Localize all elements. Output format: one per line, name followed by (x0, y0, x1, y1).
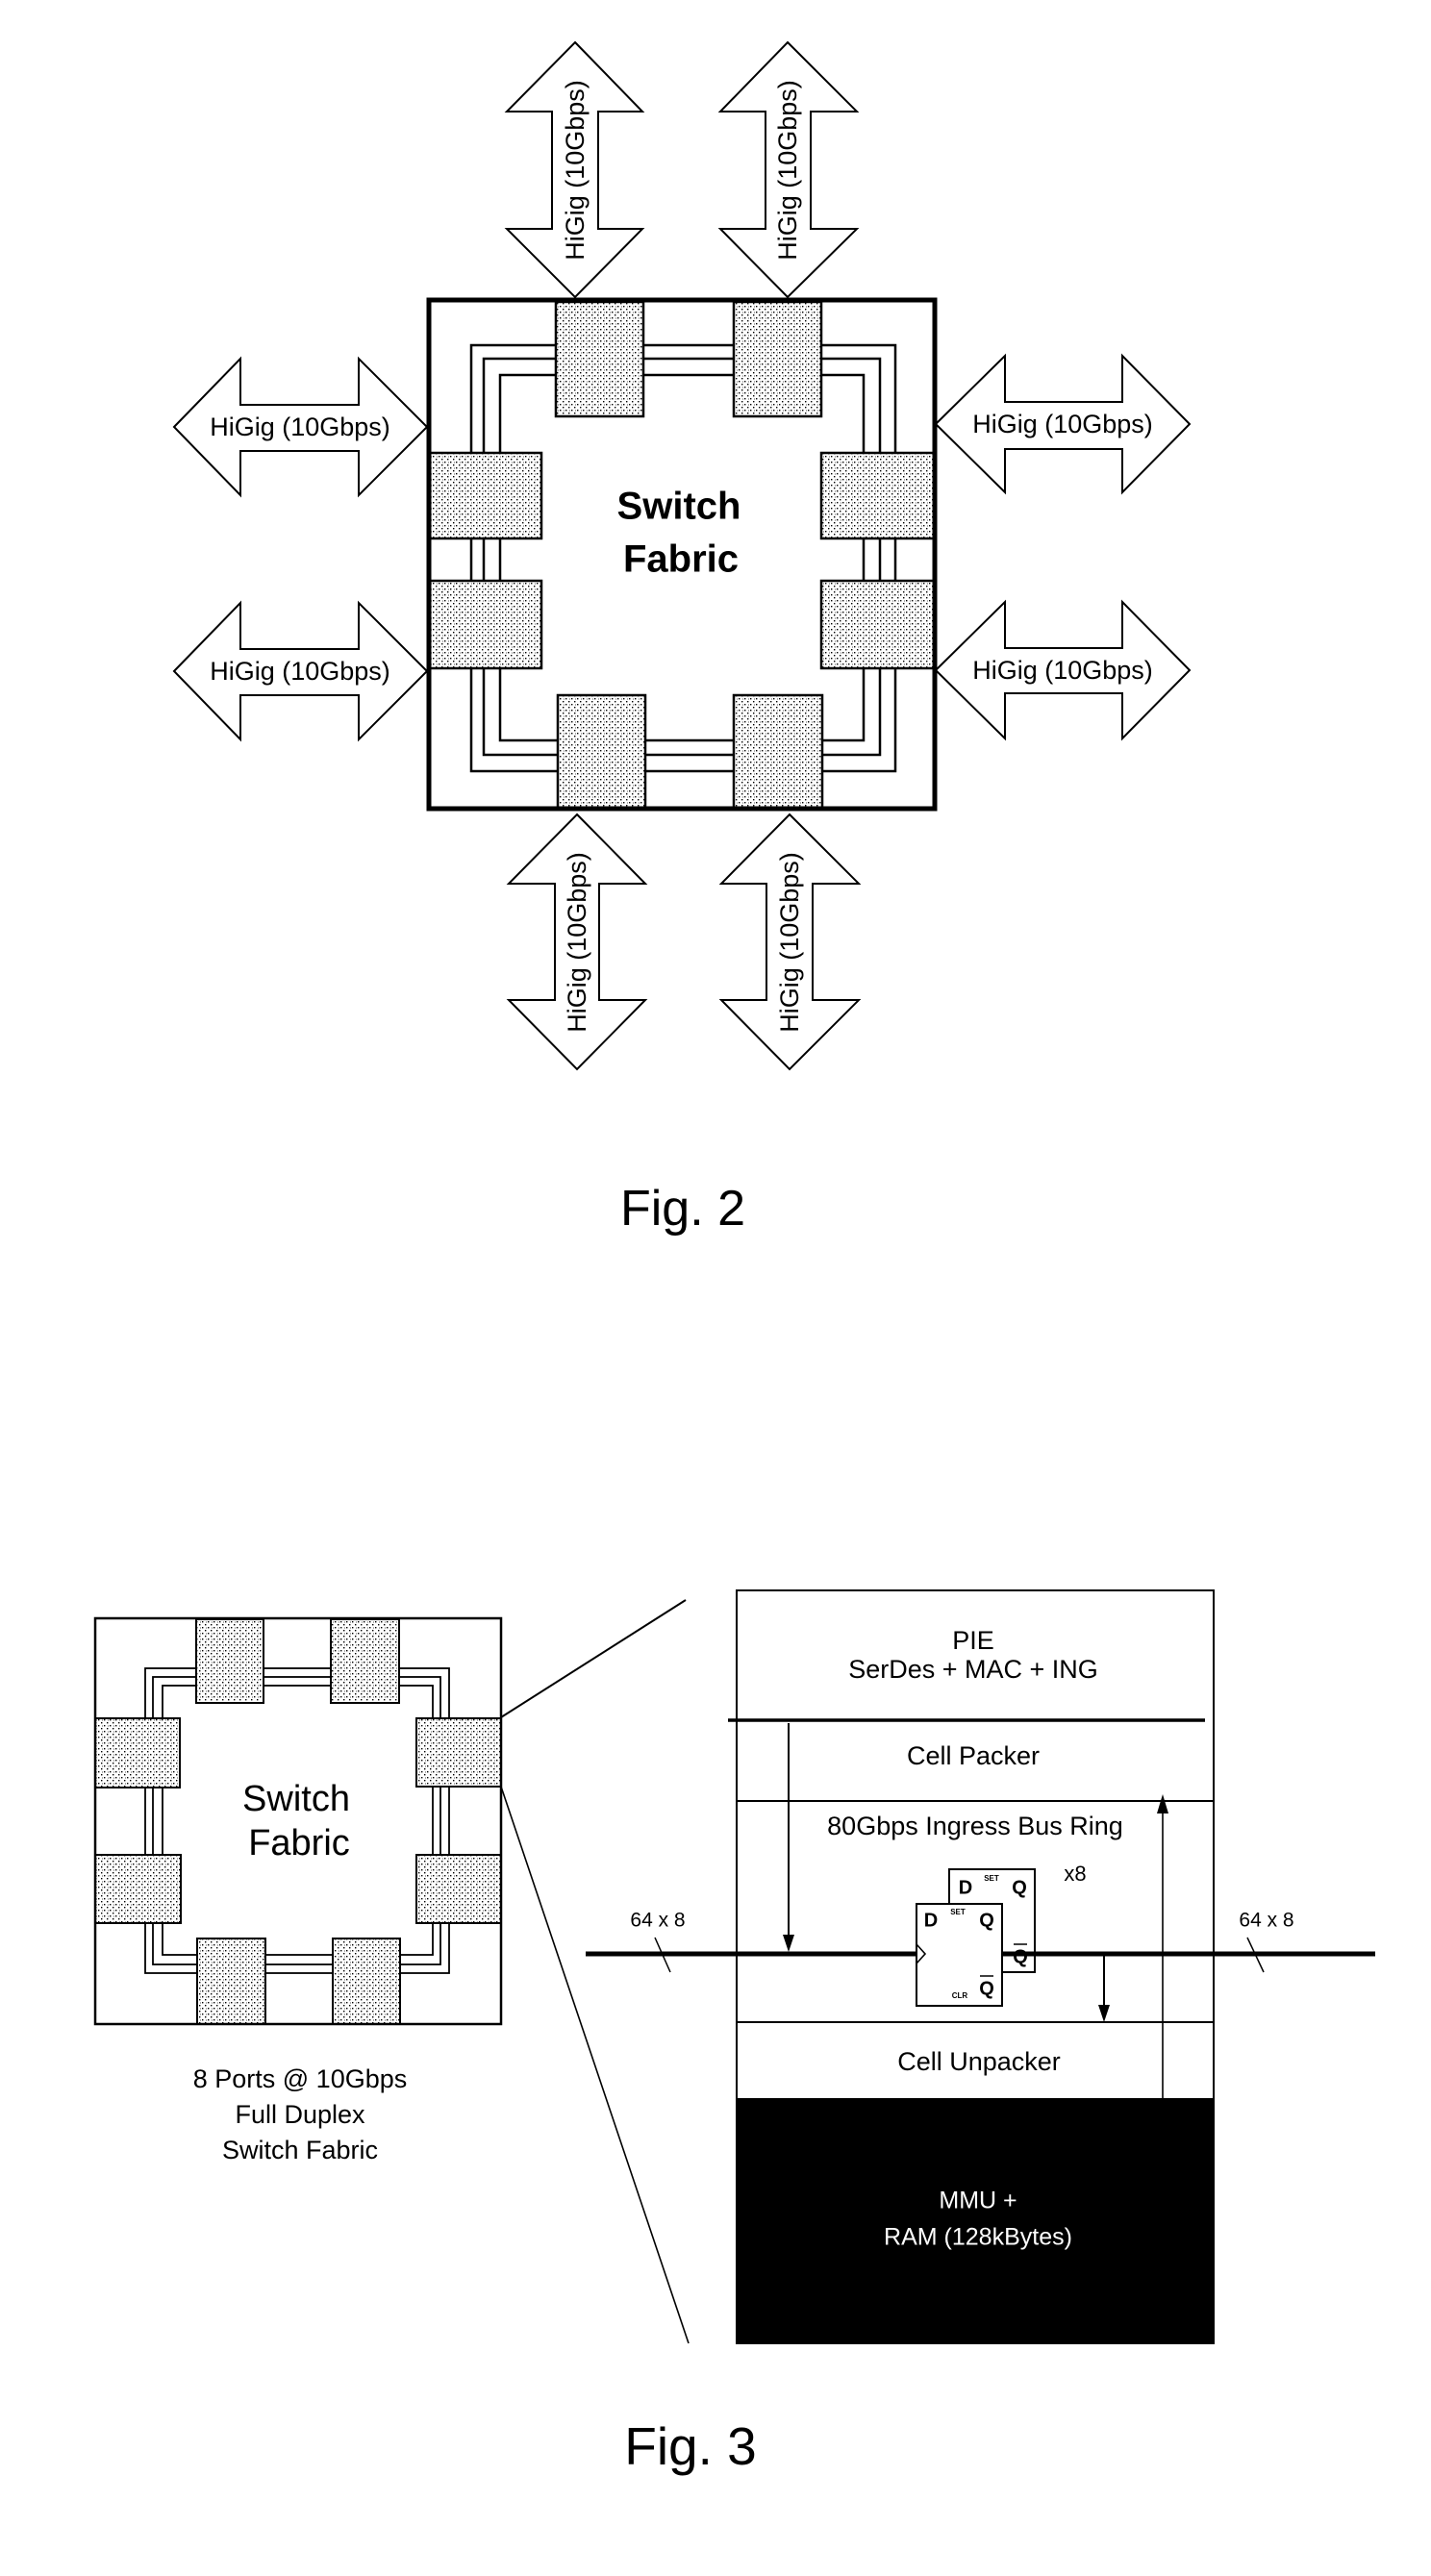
flipflop-back-set: SET (984, 1874, 999, 1883)
fabric-description-line2: Full Duplex (235, 2100, 365, 2129)
switch-fabric-chip: Switch Fabric (426, 297, 938, 812)
port-block-right-upper (819, 451, 936, 540)
flipflop-back-qbar: Q (1013, 1946, 1028, 1967)
port-arrow-bottom-right: HiGig (10Gbps) (718, 813, 862, 1071)
flipflop-front-set: SET (950, 1908, 966, 1916)
flipflop-front-q: Q (979, 1910, 994, 1931)
fabric-description-line1: 8 Ports @ 10Gbps (193, 2064, 408, 2093)
flipflop-front-qbar: Q (979, 1978, 994, 1999)
port-block-left-lower (94, 1854, 182, 1924)
port-block-top-right (732, 300, 823, 418)
port-label: HiGig (10Gbps) (775, 852, 804, 1033)
port-arrow-right-lower: HiGig (10Gbps) (934, 599, 1192, 741)
port-label: HiGig (10Gbps) (561, 80, 590, 261)
switch-fabric-label-line1: Switch (617, 486, 741, 528)
fabric-description-line3: Switch Fabric (222, 2136, 378, 2164)
port-block-left-upper (94, 1717, 181, 1788)
switch-fabric-label-line2: Fabric (623, 538, 739, 581)
port-arrow-left-upper: HiGig (10Gbps) (172, 356, 429, 498)
port-block-left-upper (428, 451, 543, 540)
port-label: HiGig (10Gbps) (210, 413, 390, 441)
bus-ring-label: 80Gbps Ingress Bus Ring (827, 1812, 1123, 1840)
port-label: HiGig (10Gbps) (972, 410, 1153, 438)
callout-line-upper (500, 1599, 687, 1718)
port-label: HiGig (10Gbps) (210, 657, 390, 686)
ring-bus-inner (162, 1685, 434, 1956)
port-arrow-left-lower: HiGig (10Gbps) (172, 600, 429, 742)
ring-bus-middle (152, 1676, 441, 1965)
port-arrow-top-left: HiGig (10Gbps) (504, 40, 645, 299)
cell-packer-label: Cell Packer (907, 1741, 1040, 1770)
mmu-block (738, 2098, 1215, 2343)
patent-drawing-sheet: HiGig (10Gbps) HiGig (10Gbps) HiGig (10G… (93, 40, 1375, 2476)
port-block-bottom-right (332, 1938, 401, 2025)
figure-caption: Fig. 2 (620, 1181, 745, 1237)
port-label: HiGig (10Gbps) (563, 852, 591, 1033)
port-arrow-right-upper: HiGig (10Gbps) (934, 353, 1192, 495)
bus-width-label-left: 64 x 8 (630, 1910, 685, 1932)
port-block-bottom-left (196, 1938, 266, 2025)
flipflop-back-d: D (959, 1877, 972, 1898)
mmu-label-line2: RAM (128kBytes) (884, 2224, 1072, 2251)
port-block-right-lower (819, 579, 936, 670)
port-arrow-bottom-left: HiGig (10Gbps) (506, 813, 648, 1071)
port-detail-block: PIE SerDes + MAC + ING Cell Packer 80Gbp… (586, 1589, 1375, 2344)
flipflop-back-q: Q (1012, 1877, 1027, 1898)
pie-title: PIE (952, 1626, 994, 1655)
figure-2: HiGig (10Gbps) HiGig (10Gbps) HiGig (10G… (172, 40, 1192, 1237)
port-label: HiGig (10Gbps) (972, 656, 1153, 685)
port-block-left-lower (428, 579, 543, 670)
mmu-label-line1: MMU + (939, 2188, 1017, 2214)
pie-subtitle: SerDes + MAC + ING (848, 1655, 1098, 1684)
flipflop-front-d: D (924, 1910, 938, 1931)
flipflop-replication-label: x8 (1064, 1862, 1086, 1886)
cell-unpacker-label: Cell Unpacker (897, 2047, 1061, 2076)
port-block-top-right (330, 1618, 400, 1704)
switch-fabric-overview: Switch Fabric 8 Ports @ 10Gbps Full Dupl… (93, 1616, 503, 2164)
port-block-top-left (195, 1618, 264, 1704)
port-block-bottom-left (556, 693, 647, 810)
figure-3: Switch Fabric 8 Ports @ 10Gbps Full Dupl… (93, 1589, 1375, 2476)
port-block-right-lower (415, 1854, 502, 1924)
switch-fabric-label-line1: Switch (242, 1779, 350, 1819)
ring-bus-outer (144, 1667, 450, 1974)
bus-width-label-right: 64 x 8 (1239, 1910, 1293, 1932)
flipflop-front-clr: CLR (952, 1991, 968, 2000)
callout-line-lower (500, 1786, 690, 2344)
port-arrow-top-right: HiGig (10Gbps) (717, 40, 860, 299)
port-block-bottom-right (732, 693, 824, 810)
figure-caption: Fig. 3 (624, 2416, 757, 2476)
port-label: HiGig (10Gbps) (773, 80, 802, 261)
switch-fabric-label-line2: Fabric (248, 1823, 350, 1863)
port-block-top-left (554, 300, 645, 418)
port-block-right-upper (415, 1717, 502, 1788)
